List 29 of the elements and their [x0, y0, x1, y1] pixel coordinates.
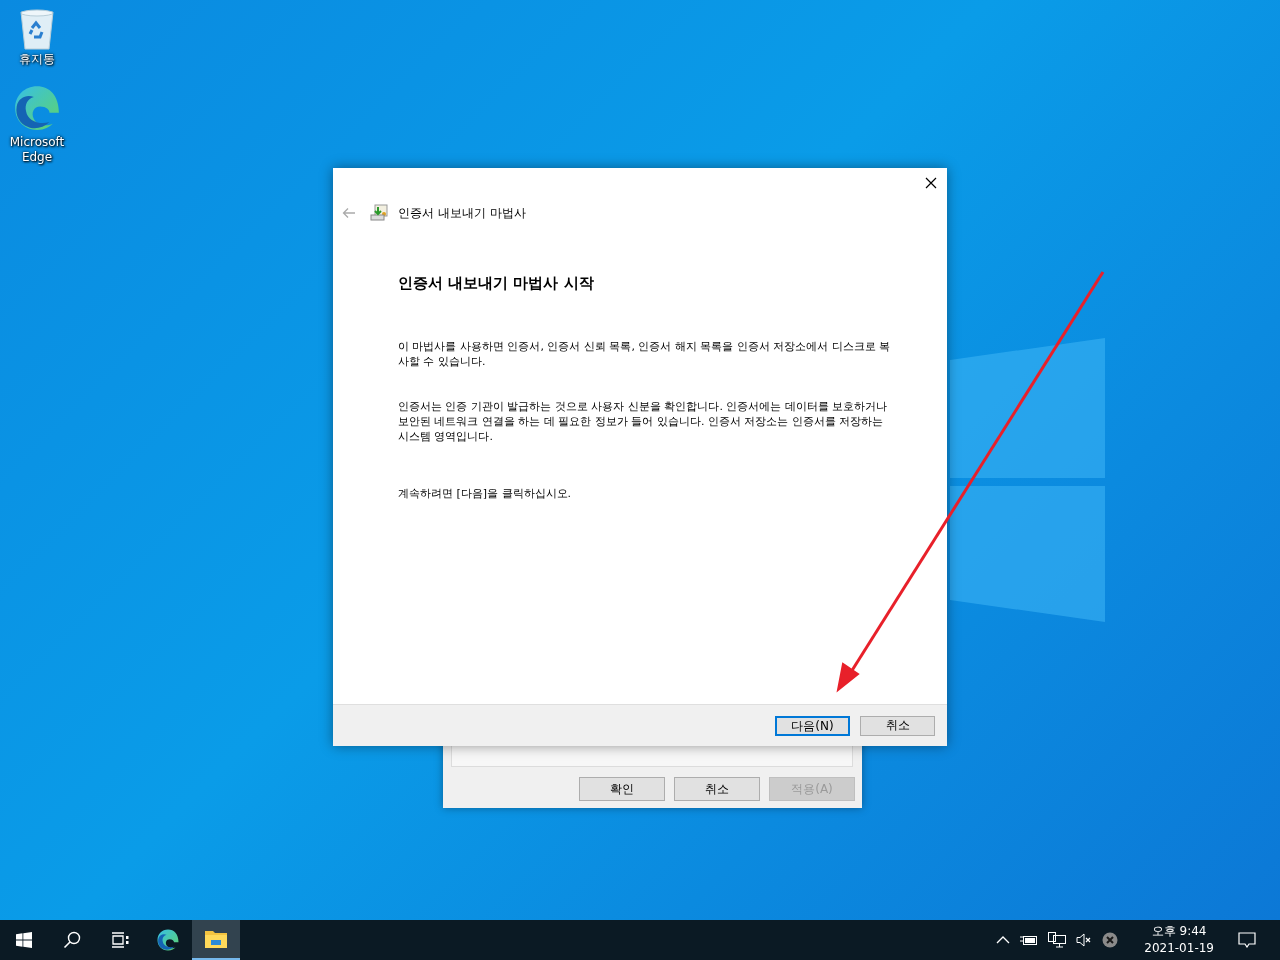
task-view-icon — [111, 932, 129, 948]
wizard-heading: 인증서 내보내기 마법사 시작 — [398, 274, 595, 293]
next-button[interactable]: 다음(N) — [775, 715, 850, 736]
folder-icon — [204, 929, 228, 949]
notification-icon[interactable] — [1238, 932, 1256, 948]
windows-logo-icon — [16, 932, 32, 948]
close-icon — [925, 177, 937, 189]
body-text: 이 마법사를 사용하면 인증서, 인증서 신뢰 목록, 인증서 해지 목록을 인증서 저장소에서 디스크로 복사할 수 있습니다. — [398, 339, 892, 369]
clock[interactable]: 오후 9:44 2021-01-19 — [1134, 923, 1224, 957]
body-text: 계속하려면 [다음]을 클릭하십시오. — [398, 486, 573, 501]
certificate-icon — [370, 204, 388, 222]
battery-icon[interactable] — [1020, 934, 1039, 946]
chevron-up-icon[interactable] — [996, 935, 1011, 945]
edge-logo-icon[interactable] — [12, 83, 62, 133]
desktop-icon-label[interactable]: Microsoft Edge — [4, 135, 70, 165]
search-icon — [63, 931, 81, 949]
file-explorer-button[interactable] — [192, 920, 240, 960]
recycle-bin-icon[interactable] — [18, 8, 56, 50]
clock-date: 2021-01-19 — [1144, 940, 1214, 957]
clock-time: 오후 9:44 — [1151, 923, 1207, 940]
speaker-muted-icon[interactable] — [1076, 933, 1093, 947]
body-text: 인증서는 인증 기관이 발급하는 것으로 사용자 신분을 확인합니다. 인증서에는 데이터를 보호하거나 보안된 네트워크 연결을 하는 데 필요한 정보가 들어 있습니다. 인증서 저장소는 인증서를 저장하는 시스템 영역입니다. — [398, 399, 889, 444]
error-icon[interactable] — [1102, 932, 1119, 948]
dialog-button[interactable]: 취소 — [674, 777, 760, 801]
edge-logo-icon — [156, 928, 180, 952]
network-icon[interactable] — [1048, 932, 1067, 948]
cancel-button[interactable]: 취소 — [860, 715, 935, 736]
dialog-button[interactable]: 확인 — [579, 777, 665, 801]
wizard-title: 인증서 내보내기 마법사 — [398, 204, 526, 222]
